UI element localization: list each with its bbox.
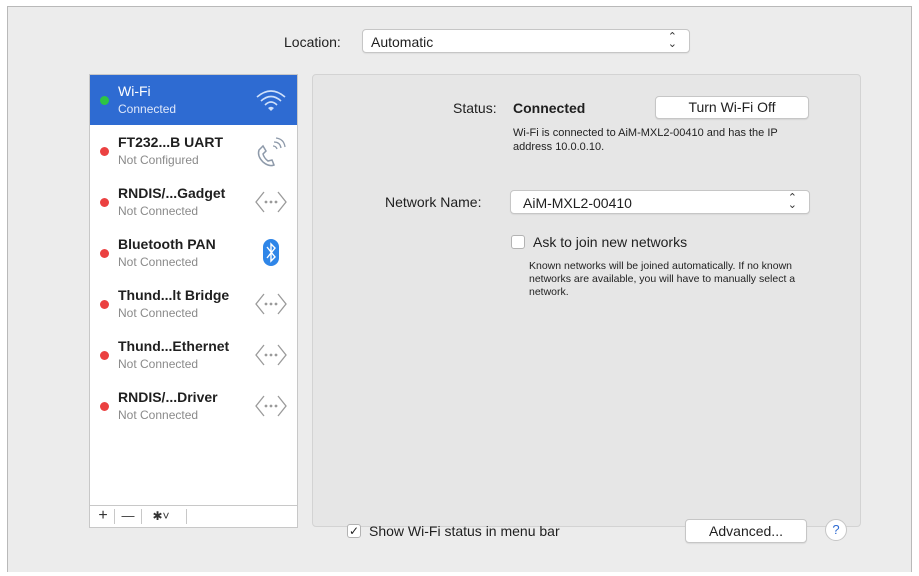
- divider: [141, 509, 142, 524]
- status-dot: [100, 147, 109, 156]
- service-name: Wi-Fi: [118, 83, 151, 99]
- status-dot: [100, 351, 109, 360]
- divider: [114, 509, 115, 524]
- status-value: Connected: [513, 100, 586, 116]
- location-select[interactable]: Automatic ⌃ ⌄: [362, 29, 690, 53]
- bluetooth-icon: [263, 239, 279, 266]
- status-dot: [100, 249, 109, 258]
- service-item-ft232-uart[interactable]: FT232...B UART Not Configured: [90, 126, 297, 176]
- updown-chevron-icon: ⌃ ⌄: [787, 192, 797, 211]
- action-gear-button[interactable]: ✱˅: [146, 506, 176, 527]
- status-label: Status:: [453, 100, 497, 116]
- ethernet-arrows-icon: [255, 344, 287, 366]
- turn-wifi-off-button[interactable]: Turn Wi-Fi Off: [655, 96, 809, 119]
- phone-icon: [257, 137, 286, 167]
- wifi-icon: [256, 90, 286, 111]
- location-value: Automatic: [371, 34, 434, 50]
- add-service-button[interactable]: +: [94, 506, 112, 527]
- remove-service-button[interactable]: —: [117, 506, 139, 527]
- ethernet-arrows-icon: [255, 395, 287, 417]
- service-item-bluetooth-pan[interactable]: Bluetooth PAN Not Connected: [90, 228, 297, 278]
- service-name: RNDIS/...Gadget: [118, 185, 226, 201]
- status-dot: [100, 198, 109, 207]
- ethernet-arrows-icon: [255, 191, 287, 213]
- updown-chevron-icon: ⌃ ⌄: [667, 31, 677, 50]
- ask-to-join-checkbox[interactable]: [511, 235, 525, 249]
- service-status: Not Connected: [118, 357, 199, 371]
- service-name: Bluetooth PAN: [118, 236, 216, 252]
- status-dot: [100, 300, 109, 309]
- network-name-value: AiM-MXL2-00410: [523, 195, 632, 211]
- service-status: Connected: [118, 102, 177, 116]
- service-status: Not Connected: [118, 255, 199, 269]
- service-item-rndis-gadget[interactable]: RNDIS/...Gadget Not Connected: [90, 177, 297, 227]
- ethernet-arrows-icon: [255, 293, 287, 315]
- network-name-select[interactable]: AiM-MXL2-00410 ⌃ ⌄: [510, 190, 810, 214]
- service-item-thunderbolt-bridge[interactable]: Thund...lt Bridge Not Connected: [90, 279, 297, 329]
- service-name: RNDIS/...Driver: [118, 389, 218, 405]
- show-status-label: Show Wi-Fi status in menu bar: [369, 523, 560, 539]
- service-item-rndis-driver[interactable]: RNDIS/...Driver Not Connected: [90, 381, 297, 431]
- divider: [186, 509, 187, 524]
- advanced-button[interactable]: Advanced...: [685, 519, 807, 543]
- network-name-label: Network Name:: [385, 194, 482, 210]
- service-name: Thund...Ethernet: [118, 338, 230, 354]
- service-status: Not Configured: [118, 153, 199, 167]
- status-description: Wi-Fi is connected to AiM-MXL2-00410 and…: [513, 127, 778, 153]
- location-label: Location:: [284, 34, 341, 50]
- show-status-checkbox[interactable]: ✓: [347, 524, 361, 538]
- service-name: Thund...lt Bridge: [118, 287, 230, 303]
- service-list[interactable]: Wi-Fi Connected FT232...B UART Not Confi…: [89, 74, 298, 506]
- service-status: Not Connected: [118, 408, 199, 422]
- ask-to-join-label: Ask to join new networks: [533, 234, 688, 250]
- service-item-thunderbolt-ethernet[interactable]: Thund...Ethernet Not Connected: [90, 330, 297, 380]
- ask-to-join-description: Known networks will be joined automatica…: [529, 260, 796, 298]
- status-dot: [100, 96, 109, 105]
- service-name: FT232...B UART: [118, 134, 224, 150]
- service-status: Not Connected: [118, 204, 199, 218]
- service-list-toolbar: + — ✱˅: [89, 506, 298, 528]
- help-button[interactable]: ?: [825, 519, 847, 541]
- service-item-wifi[interactable]: Wi-Fi Connected: [90, 75, 297, 125]
- service-status: Not Connected: [118, 306, 199, 320]
- status-dot: [100, 402, 109, 411]
